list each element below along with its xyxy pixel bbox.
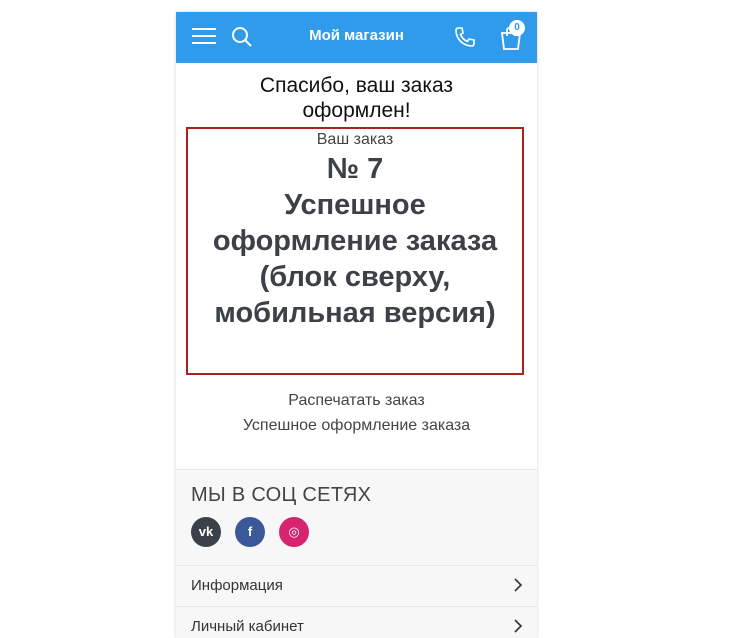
shop-title[interactable]: Мой магазин bbox=[176, 27, 537, 44]
thanks-message: Спасибо, ваш заказ оформлен! bbox=[259, 74, 454, 122]
print-order-link[interactable]: Распечатать заказ bbox=[176, 388, 537, 413]
chevron-right-icon bbox=[514, 619, 523, 633]
order-number: № 7 bbox=[326, 153, 384, 185]
social-title: МЫ В СОЦ СЕТЯХ bbox=[191, 484, 372, 506]
vk-icon[interactable]: vk bbox=[191, 517, 221, 547]
footer: МЫ В СОЦ СЕТЯХ vk f ◎ Информация Личный … bbox=[176, 469, 537, 638]
success-order-link[interactable]: Успешное оформление заказа bbox=[176, 413, 537, 438]
footer-menu-label: Личный кабинет bbox=[191, 618, 304, 635]
order-info-box: Ваш заказ № 7 Успешное оформление заказа… bbox=[186, 127, 524, 375]
footer-menu-label: Информация bbox=[191, 577, 283, 594]
cart-count-badge: 0 bbox=[509, 20, 525, 36]
footer-menu-info[interactable]: Информация bbox=[176, 565, 537, 606]
footer-menu-account[interactable]: Личный кабинет bbox=[176, 606, 537, 638]
phone-icon[interactable] bbox=[453, 25, 477, 49]
order-links: Распечатать заказ Успешное оформление за… bbox=[176, 388, 537, 438]
order-label: Ваш заказ bbox=[316, 131, 394, 148]
mobile-page: Мой магазин 0 Спасибо, ваш заказ оформле… bbox=[176, 12, 537, 638]
order-name: Успешное оформление заказа (блок сверху,… bbox=[212, 189, 498, 329]
chevron-right-icon bbox=[514, 578, 523, 592]
instagram-icon[interactable]: ◎ bbox=[279, 517, 309, 547]
social-links: vk f ◎ bbox=[191, 517, 537, 547]
header-bar: Мой магазин 0 bbox=[176, 12, 537, 63]
facebook-icon[interactable]: f bbox=[235, 517, 265, 547]
